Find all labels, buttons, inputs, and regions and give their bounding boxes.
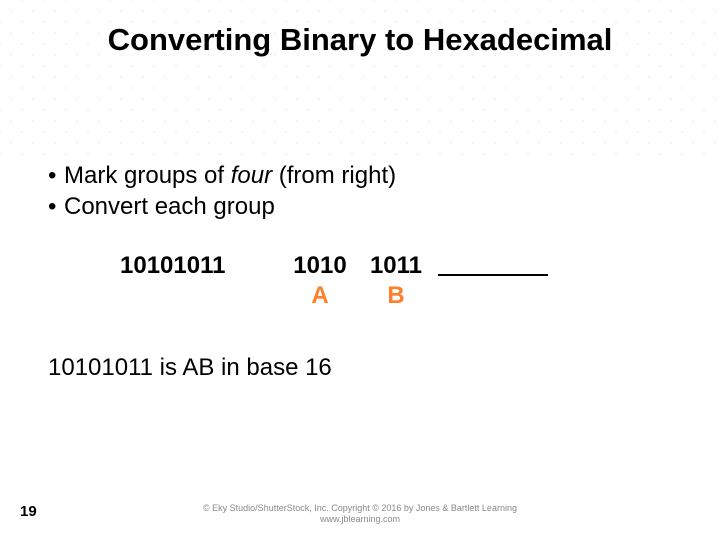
- binary-group-1: 1010: [290, 252, 350, 280]
- bullet1-emphasis: four: [231, 162, 272, 189]
- bullet1-pre: Mark groups of: [64, 162, 231, 189]
- bullet-dot: •: [48, 160, 64, 191]
- copyright-line-1: © Eky Studio/ShutterStock, Inc. Copyrigh…: [203, 503, 517, 515]
- binary-group-2: 1011: [366, 252, 426, 280]
- hex-digit-1: A: [290, 282, 350, 310]
- slide-body: • Mark groups of four (from right) • Con…: [48, 160, 672, 382]
- bullet-item-1: • Mark groups of four (from right): [48, 160, 672, 191]
- bullet-item-2: • Convert each group: [48, 191, 672, 222]
- copyright-footer: © Eky Studio/ShutterStock, Inc. Copyrigh…: [203, 503, 517, 526]
- bullet1-post: (from right): [272, 162, 396, 189]
- binary-full: 10101011: [120, 252, 290, 310]
- copyright-line-2: www.jblearning.com: [203, 514, 517, 526]
- bullet2-text: Convert each group: [64, 191, 275, 222]
- page-number: 19: [20, 503, 37, 520]
- conversion-row: 10101011 1010 1011 A B: [48, 252, 672, 310]
- bullet-list: • Mark groups of four (from right) • Con…: [48, 160, 672, 222]
- hex-digit-2: B: [366, 282, 426, 310]
- slide-title: Converting Binary to Hexadecimal: [0, 22, 720, 58]
- bullet-dot: •: [48, 191, 64, 222]
- result-text: 10101011 is AB in base 16: [48, 354, 672, 382]
- underline-trail: [438, 252, 548, 276]
